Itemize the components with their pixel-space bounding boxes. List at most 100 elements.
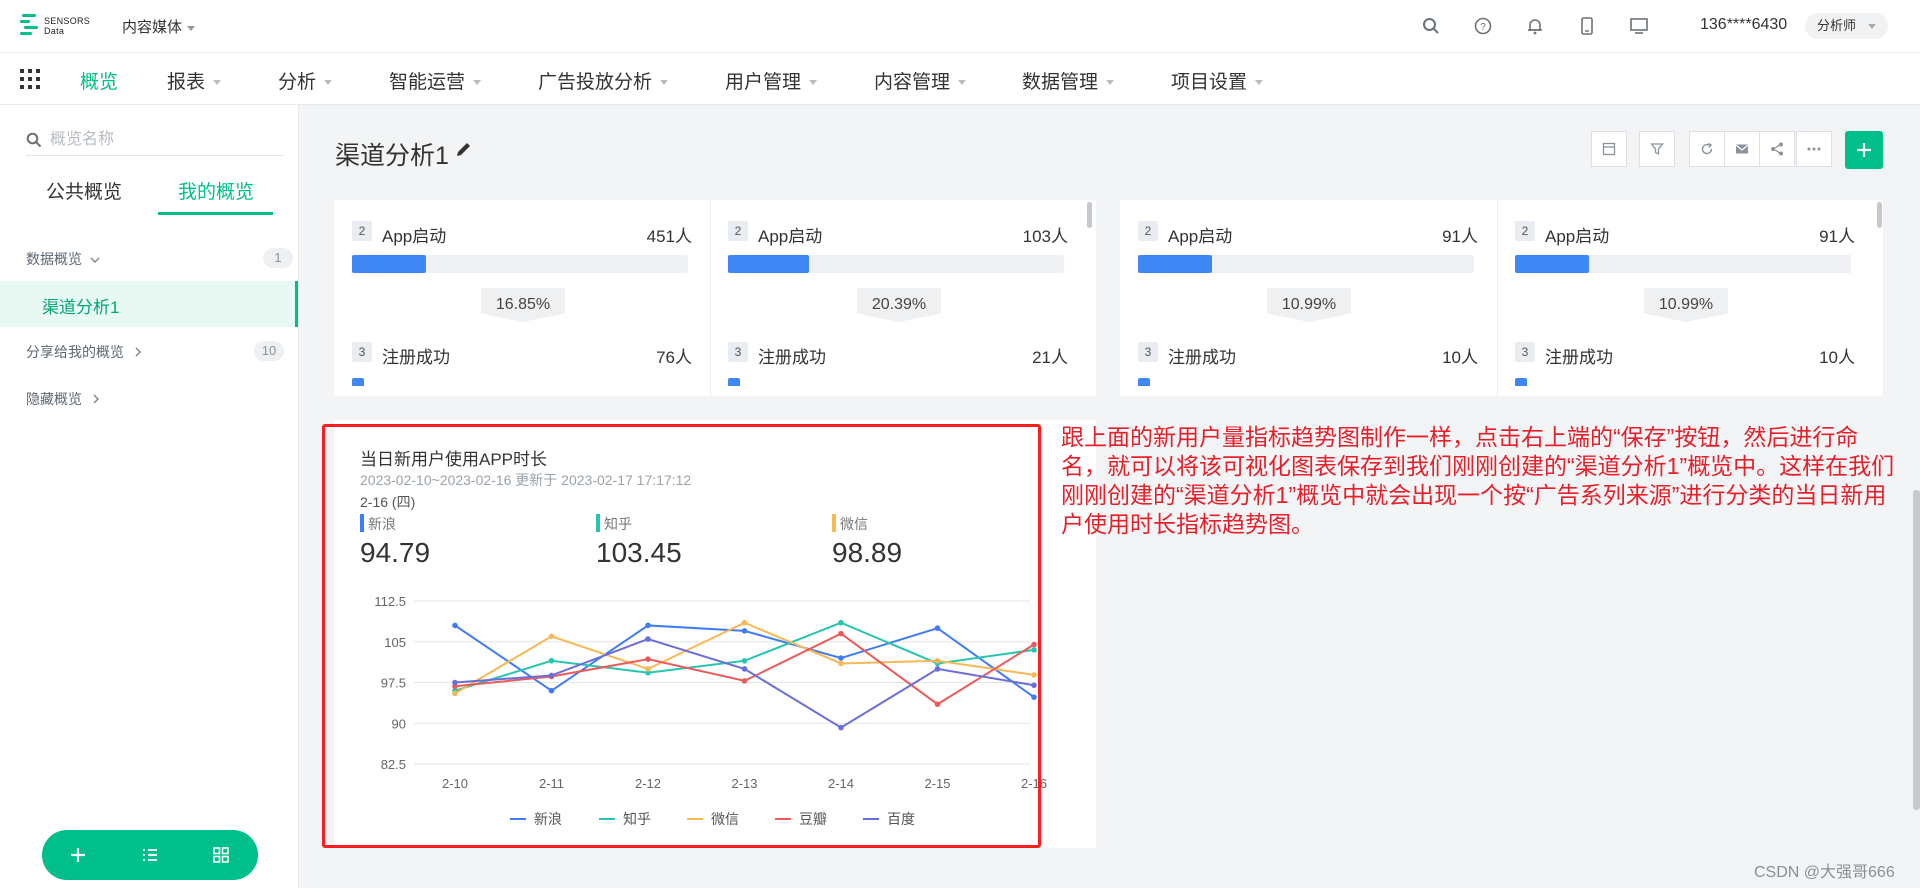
group-shared-label: 分享给我的概览 <box>26 344 124 360</box>
save-layout-icon[interactable] <box>1591 131 1627 167</box>
group-shared-with-me[interactable]: 分享给我的概览 <box>26 342 142 362</box>
step-value: 103人 <box>1022 227 1068 246</box>
chevron-down-icon <box>660 80 669 86</box>
logo-mark-icon <box>20 14 40 38</box>
sidebar-item-label: 渠道分析1 <box>42 298 120 317</box>
step-bar-fill <box>1138 378 1150 386</box>
chevron-down-icon <box>473 80 482 86</box>
nav-reports[interactable]: 报表 <box>167 67 222 94</box>
conversion-rate: 16.85% <box>481 288 565 322</box>
step-number: 2 <box>1515 221 1535 241</box>
nav-data-mgmt-label: 数据管理 <box>1022 72 1099 93</box>
nav-smart-ops[interactable]: 智能运营 <box>389 67 482 94</box>
chevron-down-icon <box>324 80 333 86</box>
add-icon <box>1857 143 1871 157</box>
highlight-box <box>322 424 1041 848</box>
step-label: 注册成功 <box>1168 348 1236 367</box>
role-switcher[interactable]: 分析师 <box>1805 13 1889 39</box>
overview-search <box>26 125 284 156</box>
svg-text:?: ? <box>1480 22 1486 33</box>
step-bar-track <box>1515 255 1851 273</box>
conversion-rate: 20.39% <box>857 288 941 322</box>
search-icon[interactable] <box>1405 12 1457 40</box>
step-label: 注册成功 <box>1545 348 1613 367</box>
active-tab-indicator <box>158 212 273 215</box>
add-icon[interactable] <box>67 844 89 866</box>
step-bar-track <box>728 255 1064 273</box>
user-phone[interactable]: 136****6430 <box>1700 16 1787 34</box>
step-value: 91人 <box>1442 227 1478 246</box>
logo-text: SENSORS Data <box>44 16 91 36</box>
step-label: 注册成功 <box>382 348 450 367</box>
overview-search-input[interactable] <box>48 130 272 150</box>
refresh-icon[interactable] <box>1689 131 1725 167</box>
add-chart-button[interactable] <box>1845 131 1883 169</box>
sort-list-icon[interactable] <box>139 844 161 866</box>
chevron-down-icon <box>1255 80 1264 86</box>
nav-user-mgmt[interactable]: 用户管理 <box>725 67 818 94</box>
watermark: CSDN @大强哥666 <box>1754 864 1895 881</box>
nav-data-mgmt[interactable]: 数据管理 <box>1022 67 1115 94</box>
project-switcher[interactable]: 内容媒体 <box>122 16 196 37</box>
card-scrollbar[interactable] <box>1877 202 1882 228</box>
sidebar: 公共概览 我的概览 数据概览 1 渠道分析1 分享给我的概览 10 隐藏概览 <box>0 105 299 888</box>
main-nav: 概览 报表 分析 智能运营 广告投放分析 用户管理 内容管理 数据管理 项目设置 <box>0 53 1920 105</box>
step-label: 注册成功 <box>758 348 826 367</box>
step-label: App启动 <box>1545 227 1610 246</box>
group-shared-count: 10 <box>254 341 284 361</box>
step-value: 21人 <box>1032 348 1068 367</box>
funnel-card-right: 2 App启动 91人 10.99% 3 注册成功 10人 2 App启动 91… <box>1120 200 1883 396</box>
step-bar-fill <box>352 255 426 273</box>
chevron-down-icon <box>90 257 100 263</box>
group-hidden-label: 隐藏概览 <box>26 391 82 407</box>
top-bar: SENSORS Data 内容媒体 ? 136****6430 分析师 <box>0 0 1920 53</box>
more-icon[interactable] <box>1796 131 1832 167</box>
group-hidden[interactable]: 隐藏概览 <box>26 389 100 409</box>
funnel-cell: 2 App启动 103人 20.39% 3 注册成功 21人 <box>710 200 1088 390</box>
card-scrollbar[interactable] <box>1087 202 1092 228</box>
group-data-overview-label: 数据概览 <box>26 251 82 267</box>
nav-analysis[interactable]: 分析 <box>278 67 333 94</box>
step-number: 2 <box>352 221 372 241</box>
apps-grid-icon[interactable] <box>20 69 40 89</box>
help-icon[interactable]: ? <box>1457 12 1509 40</box>
step-label: App启动 <box>758 227 823 246</box>
monitor-icon[interactable] <box>1613 12 1665 40</box>
nav-overview[interactable]: 概览 <box>80 67 118 94</box>
step-bar-track <box>1138 255 1474 273</box>
search-icon <box>26 132 42 148</box>
step-bar-fill <box>728 378 740 386</box>
step-number: 3 <box>352 342 372 362</box>
tab-my-overview[interactable]: 我的概览 <box>178 177 254 204</box>
tab-public-overview[interactable]: 公共概览 <box>46 177 122 204</box>
funnel-cell: 2 App启动 451人 16.85% 3 注册成功 76人 <box>334 200 712 390</box>
sidebar-item-channel-analysis[interactable]: 渠道分析1 <box>0 281 298 327</box>
grid-layout-icon[interactable] <box>210 844 232 866</box>
floating-action-bar <box>42 830 258 880</box>
edit-pencil-icon[interactable] <box>455 140 473 158</box>
share-icon[interactable] <box>1759 131 1795 167</box>
step-bar-track <box>352 255 688 273</box>
funnel-card-left: 2 App启动 451人 16.85% 3 注册成功 76人 2 App启动 1… <box>334 200 1096 396</box>
nav-analysis-label: 分析 <box>278 72 317 93</box>
step-value: 451人 <box>646 227 692 246</box>
chevron-down-icon <box>213 80 222 86</box>
mobile-icon[interactable] <box>1561 12 1613 40</box>
filter-icon[interactable] <box>1639 131 1675 167</box>
step-value: 10人 <box>1819 348 1855 367</box>
funnel-cell: 2 App启动 91人 10.99% 3 注册成功 10人 <box>1120 200 1498 390</box>
page-scrollbar[interactable] <box>1913 490 1920 810</box>
nav-smart-ops-label: 智能运营 <box>389 72 466 93</box>
bell-icon[interactable] <box>1509 12 1561 40</box>
nav-user-mgmt-label: 用户管理 <box>725 72 802 93</box>
nav-reports-label: 报表 <box>167 72 206 93</box>
nav-content-mgmt[interactable]: 内容管理 <box>874 67 967 94</box>
group-data-overview[interactable]: 数据概览 <box>26 249 100 269</box>
nav-ad-analysis[interactable]: 广告投放分析 <box>538 67 669 94</box>
nav-project-settings[interactable]: 项目设置 <box>1171 67 1264 94</box>
step-number: 3 <box>728 342 748 362</box>
step-label: App启动 <box>1168 227 1233 246</box>
step-value: 76人 <box>656 348 692 367</box>
sensors-logo[interactable]: SENSORS Data <box>20 14 90 38</box>
mail-icon[interactable] <box>1724 131 1760 167</box>
